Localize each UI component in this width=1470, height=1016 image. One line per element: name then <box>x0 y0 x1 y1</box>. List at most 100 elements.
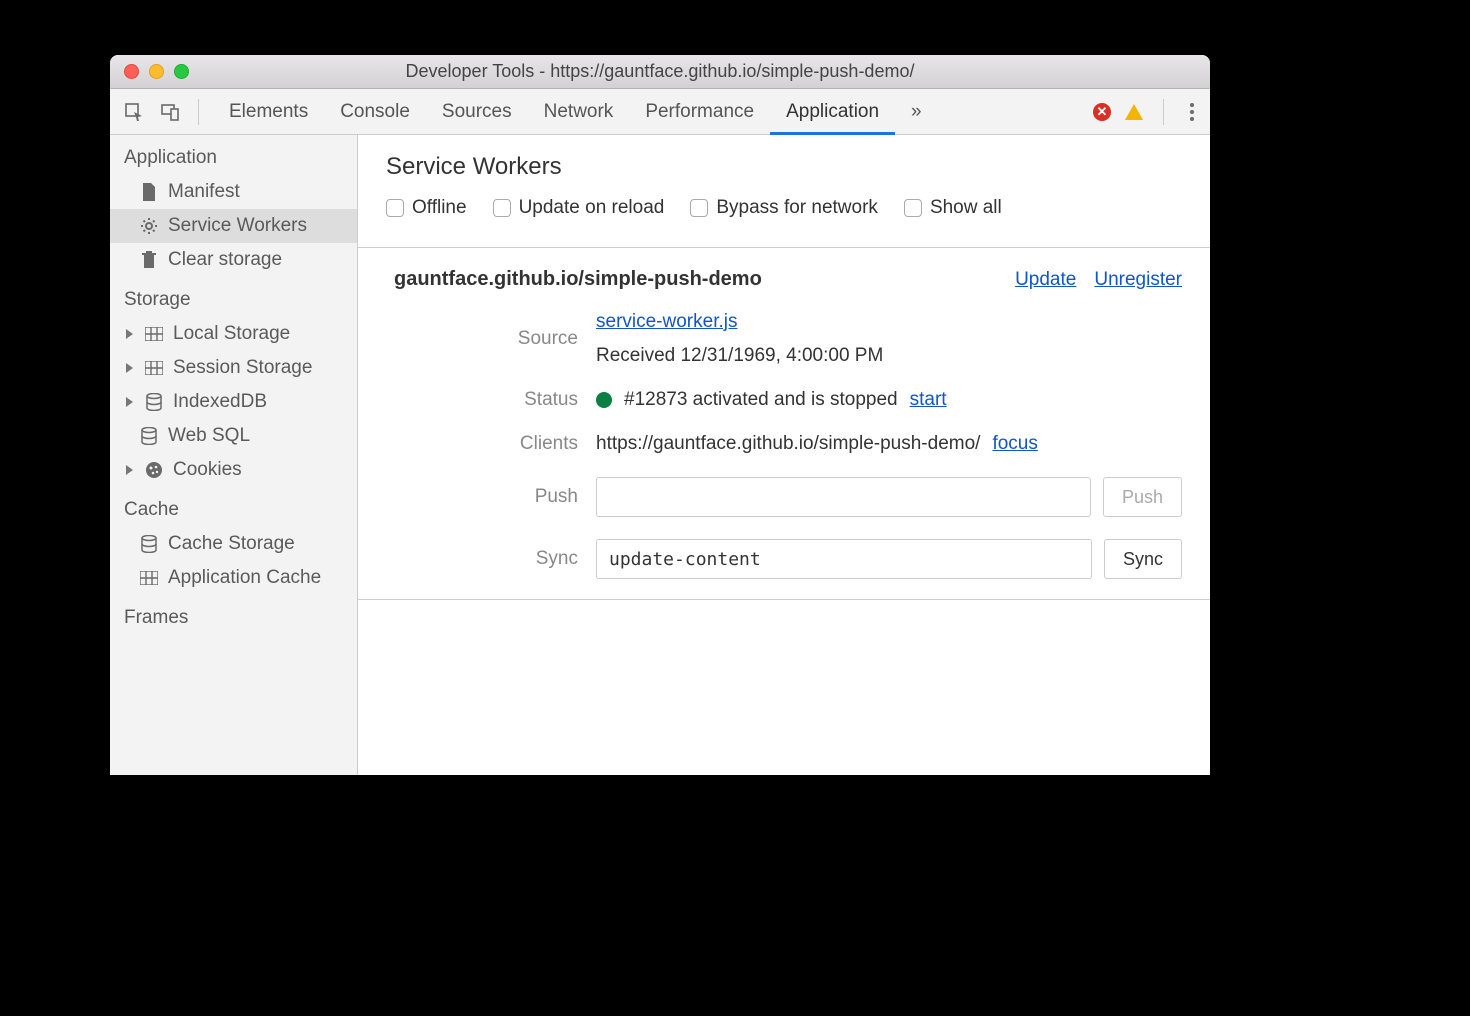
sidebar-item-application-cache[interactable]: Application Cache <box>110 561 357 595</box>
sidebar-section-storage: Storage <box>110 277 357 317</box>
source-label: Source <box>386 328 596 350</box>
zoom-icon[interactable] <box>174 64 189 79</box>
separator <box>198 99 199 125</box>
update-link[interactable]: Update <box>1015 269 1076 291</box>
tab-application[interactable]: Application <box>770 89 895 135</box>
separator <box>1163 99 1164 125</box>
checkbox-icon <box>386 199 404 217</box>
caret-right-icon <box>126 329 133 339</box>
sidebar-item-websql[interactable]: Web SQL <box>110 419 357 453</box>
tab-console[interactable]: Console <box>324 89 426 135</box>
toolbar-right: ✕ <box>1093 99 1200 125</box>
tab-network[interactable]: Network <box>528 89 630 135</box>
sync-row: Sync <box>596 539 1182 579</box>
sidebar-section-frames: Frames <box>110 595 357 635</box>
sidebar-item-cookies[interactable]: Cookies <box>110 453 357 487</box>
grid-icon <box>145 325 163 343</box>
grid-icon <box>145 359 163 377</box>
gear-icon <box>140 217 158 235</box>
offline-checkbox[interactable]: Offline <box>386 197 467 219</box>
show-all-checkbox[interactable]: Show all <box>904 197 1002 219</box>
body: Application Manifest Service Workers Cle… <box>110 135 1210 775</box>
bypass-checkbox[interactable]: Bypass for network <box>690 197 878 219</box>
detail-grid: Source service-worker.js Received 12/31/… <box>358 311 1210 599</box>
sidebar-item-label: Local Storage <box>173 323 290 345</box>
clients-url: https://gauntface.github.io/simple-push-… <box>596 433 980 455</box>
status-label: Status <box>386 389 596 411</box>
window-controls <box>110 64 189 79</box>
clients-label: Clients <box>386 433 596 455</box>
status-text: #12873 activated and is stopped <box>624 389 898 411</box>
close-icon[interactable] <box>124 64 139 79</box>
caret-right-icon <box>126 363 133 373</box>
database-icon <box>140 427 158 445</box>
file-icon <box>140 183 158 201</box>
source-link[interactable]: service-worker.js <box>596 311 737 333</box>
clients-value: https://gauntface.github.io/simple-push-… <box>596 433 1182 455</box>
sidebar-item-label: Web SQL <box>168 425 250 447</box>
devtools-window: Developer Tools - https://gauntface.gith… <box>110 55 1210 775</box>
received-text: Received 12/31/1969, 4:00:00 PM <box>596 345 883 367</box>
sidebar-item-clear-storage[interactable]: Clear storage <box>110 243 357 277</box>
sidebar-item-label: Cache Storage <box>168 533 295 555</box>
warning-badge-icon[interactable] <box>1125 104 1143 120</box>
push-button[interactable]: Push <box>1103 477 1182 517</box>
device-toggle-icon[interactable] <box>156 98 184 126</box>
panel-title: Service Workers <box>386 153 1182 181</box>
sidebar-item-cache-storage[interactable]: Cache Storage <box>110 527 357 561</box>
grid-icon <box>140 569 158 587</box>
database-icon <box>140 535 158 553</box>
source-value: service-worker.js Received 12/31/1969, 4… <box>596 311 1182 367</box>
sidebar-item-indexeddb[interactable]: IndexedDB <box>110 385 357 419</box>
clients-focus-link[interactable]: focus <box>992 433 1037 455</box>
sidebar-item-label: Service Workers <box>168 215 307 237</box>
sidebar-item-manifest[interactable]: Manifest <box>110 175 357 209</box>
checkbox-icon <box>904 199 922 217</box>
tab-performance[interactable]: Performance <box>629 89 770 135</box>
toolbar: Elements Console Sources Network Perform… <box>110 89 1210 135</box>
checkbox-icon <box>493 199 511 217</box>
caret-right-icon <box>126 465 133 475</box>
titlebar: Developer Tools - https://gauntface.gith… <box>110 55 1210 89</box>
unregister-link[interactable]: Unregister <box>1094 269 1182 291</box>
sidebar-item-label: Application Cache <box>168 567 321 589</box>
sidebar-item-session-storage[interactable]: Session Storage <box>110 351 357 385</box>
sync-button[interactable]: Sync <box>1104 539 1182 579</box>
sidebar-item-label: Cookies <box>173 459 242 481</box>
inspect-icon[interactable] <box>120 98 148 126</box>
status-value: #12873 activated and is stopped start <box>596 389 1182 411</box>
error-badge-icon[interactable]: ✕ <box>1093 103 1111 121</box>
tab-sources[interactable]: Sources <box>426 89 528 135</box>
divider <box>358 599 1210 600</box>
window-title: Developer Tools - https://gauntface.gith… <box>110 61 1210 82</box>
origin-text: gauntface.github.io/simple-push-demo <box>394 268 762 291</box>
options-row: Offline Update on reload Bypass for netw… <box>386 197 1182 233</box>
sidebar-section-cache: Cache <box>110 487 357 527</box>
origin-actions: Update Unregister <box>1015 269 1182 291</box>
sidebar-item-service-workers[interactable]: Service Workers <box>110 209 357 243</box>
status-dot-icon <box>596 392 612 408</box>
sync-input[interactable] <box>596 539 1092 579</box>
tabs-overflow[interactable]: » <box>895 89 938 135</box>
sidebar-item-label: IndexedDB <box>173 391 267 413</box>
checkbox-label: Bypass for network <box>716 197 878 219</box>
main-panel: Service Workers Offline Update on reload… <box>358 135 1210 775</box>
checkbox-label: Show all <box>930 197 1002 219</box>
update-on-reload-checkbox[interactable]: Update on reload <box>493 197 665 219</box>
sync-label: Sync <box>386 548 596 570</box>
push-label: Push <box>386 486 596 508</box>
minimize-icon[interactable] <box>149 64 164 79</box>
sidebar-item-local-storage[interactable]: Local Storage <box>110 317 357 351</box>
push-row: Push <box>596 477 1182 517</box>
caret-right-icon <box>126 397 133 407</box>
database-icon <box>145 393 163 411</box>
cookie-icon <box>145 461 163 479</box>
sidebar: Application Manifest Service Workers Cle… <box>110 135 358 775</box>
tab-elements[interactable]: Elements <box>213 89 324 135</box>
status-start-link[interactable]: start <box>910 389 947 411</box>
push-input[interactable] <box>596 477 1091 517</box>
checkbox-label: Update on reload <box>519 197 665 219</box>
more-menu-icon[interactable] <box>1184 103 1200 121</box>
checkbox-label: Offline <box>412 197 467 219</box>
main-header: Service Workers Offline Update on reload… <box>358 135 1210 247</box>
